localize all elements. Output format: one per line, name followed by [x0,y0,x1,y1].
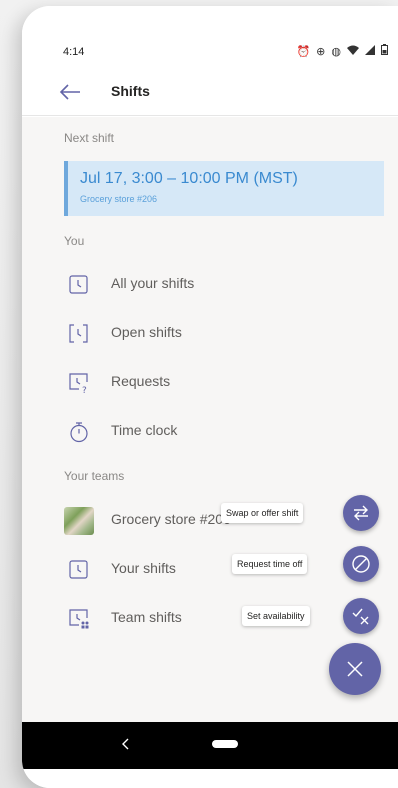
status-time: 4:14 [63,46,85,58]
stopwatch-icon [68,421,90,443]
nav-label: Open shifts [111,324,182,340]
close-icon [347,661,363,677]
svg-text:?: ? [82,386,87,394]
fab-action-availability[interactable]: Set availability [22,597,398,637]
vibrate-icon: ◍ [331,44,341,58]
swap-button[interactable] [343,495,379,531]
shifts-content: Next shift Jul 17, 3:00 – 10:00 PM (MST)… [22,117,398,722]
open-shift-icon [68,323,90,345]
phone-bezel-bottom [22,769,398,788]
back-arrow-icon[interactable] [58,82,82,102]
time-off-icon [352,555,370,573]
nav-label: Time clock [111,422,178,438]
fab-action-time-off[interactable]: Request time off [22,545,398,585]
availability-button[interactable] [343,598,379,634]
nav-back-icon[interactable] [120,736,132,752]
time-off-button[interactable] [343,546,379,582]
swap-icon [354,505,368,521]
fab-action-swap[interactable]: Swap or offer shift [22,494,398,534]
system-nav-bar [22,722,398,769]
alarm-icon: ⏰ [296,44,311,58]
nav-item-time-clock[interactable]: Time clock [22,410,398,454]
you-section-label: You [64,234,85,248]
next-shift-store: Grocery store #206 [80,194,158,204]
close-fab-button[interactable] [329,643,381,695]
shift-clock-icon [68,274,90,296]
phone-frame: 4:14 ⏰ ⊕ ◍ Shifts Next shift Jul 17, 3:0… [22,6,398,788]
nav-label: All your shifts [111,275,195,291]
fab-tooltip: Set availability [242,606,310,626]
nav-item-all-your-shifts[interactable]: All your shifts [22,263,398,307]
status-icons: ⏰ ⊕ ◍ [296,44,388,58]
your-teams-label: Your teams [64,469,125,483]
next-shift-label: Next shift [64,131,115,145]
next-shift-card[interactable]: Jul 17, 3:00 – 10:00 PM (MST) Grocery st… [64,161,384,216]
data-saver-icon: ⊕ [316,44,326,58]
nav-item-requests[interactable]: ? Requests [22,361,398,405]
wifi-icon [347,45,359,58]
fab-tooltip: Request time off [232,554,308,574]
next-shift-time: Jul 17, 3:00 – 10:00 PM (MST) [80,170,298,187]
signal-icon [365,44,375,58]
page-title: Shifts [111,83,150,99]
nav-home-pill[interactable] [212,740,238,748]
app-header: Shifts [22,68,398,116]
nav-label: Requests [111,373,171,389]
availability-icon [352,608,369,625]
nav-item-open-shifts[interactable]: Open shifts [22,312,398,356]
fab-tooltip: Swap or offer shift [221,503,304,523]
requests-icon: ? [68,372,90,396]
battery-icon [381,44,388,58]
status-bar: 4:14 ⏰ ⊕ ◍ [22,6,398,62]
